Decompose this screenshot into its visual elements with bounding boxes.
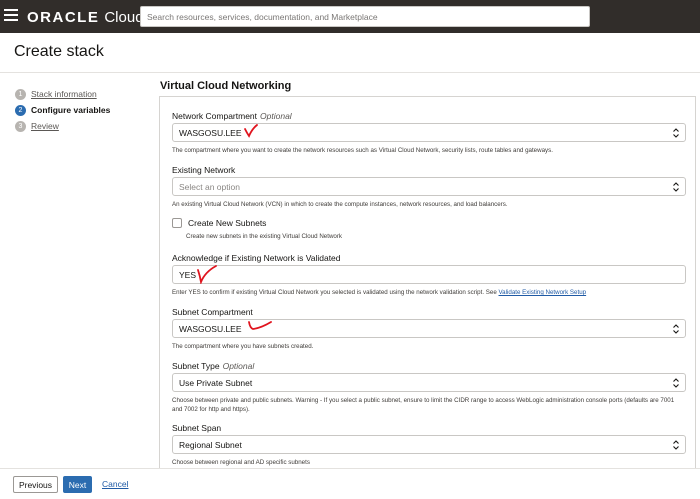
subnet-span-select[interactable]: Regional Subnet bbox=[172, 435, 686, 454]
wizard-steps: 1 Stack information 2 Configure variable… bbox=[15, 86, 145, 134]
subnet-type-field: Subnet Type Optional Use Private Subnet C… bbox=[172, 361, 686, 417]
wizard-footer: Previous Next Cancel bbox=[0, 468, 700, 499]
chevron-up-down-icon bbox=[672, 127, 680, 139]
chevron-up-down-icon bbox=[672, 439, 680, 451]
field-label: Subnet Compartment bbox=[172, 307, 253, 317]
network-compartment-select[interactable]: WASGOSU.LEE bbox=[172, 123, 686, 142]
acknowledge-field: Acknowledge if Existing Network is Valid… bbox=[172, 253, 686, 297]
brand-primary: ORACLE bbox=[27, 8, 100, 26]
field-label: Subnet Type Optional bbox=[172, 361, 686, 371]
page-header: Create stack bbox=[0, 33, 700, 73]
acknowledge-input[interactable] bbox=[172, 265, 686, 284]
brand-secondary: Cloud bbox=[104, 8, 144, 26]
select-placeholder: Select an option bbox=[179, 181, 240, 192]
network-compartment-field: Network Compartment Optional WASGOSU.LEE … bbox=[172, 111, 686, 155]
existing-network-select[interactable]: Select an option bbox=[172, 177, 686, 196]
chevron-up-down-icon bbox=[672, 377, 680, 389]
cancel-link[interactable]: Cancel bbox=[102, 479, 128, 489]
help-text: Choose between regional and AD specific … bbox=[172, 459, 310, 466]
subnet-span-field: Subnet Span Regional Subnet Choose betwe… bbox=[172, 423, 686, 468]
help-text: The compartment where you want to create… bbox=[172, 147, 553, 154]
help-text: Choose between private and public subnet… bbox=[172, 397, 675, 413]
help-text: Create new subnets in the existing Virtu… bbox=[186, 233, 343, 240]
search-input[interactable] bbox=[140, 6, 590, 27]
field-label: Existing Network bbox=[172, 165, 236, 175]
top-navigation-bar: ORACLE Cloud bbox=[0, 0, 700, 33]
select-value: Use Private Subnet bbox=[179, 377, 253, 388]
step-number: 2 bbox=[15, 104, 26, 116]
select-value: WASGOSU.LEE bbox=[179, 127, 242, 138]
optional-tag: Optional bbox=[222, 361, 255, 371]
checkbox-label: Create New Subnets bbox=[188, 218, 267, 228]
section-title: Virtual Cloud Networking bbox=[160, 80, 292, 92]
oracle-cloud-logo[interactable]: ORACLE Cloud bbox=[27, 8, 144, 26]
subnet-type-select[interactable]: Use Private Subnet bbox=[172, 373, 686, 392]
label-text: Subnet Type bbox=[172, 361, 220, 371]
create-new-subnets-checkbox[interactable] bbox=[172, 218, 182, 228]
step-review[interactable]: 3 Review bbox=[15, 118, 145, 134]
step-configure-variables: 2 Configure variables bbox=[15, 102, 145, 118]
help-text: Enter YES to confirm if existing Virtual… bbox=[172, 288, 586, 297]
field-label: Network Compartment Optional bbox=[172, 111, 686, 121]
select-value: Regional Subnet bbox=[179, 439, 242, 450]
existing-network-field: Existing Network Select an option An exi… bbox=[172, 165, 686, 209]
next-button[interactable]: Next bbox=[63, 476, 92, 493]
help-text: The compartment where you have subnets c… bbox=[172, 343, 314, 350]
page-title: Create stack bbox=[14, 43, 104, 60]
subnet-compartment-select[interactable]: WASGOSU.LEE bbox=[172, 319, 686, 338]
step-label[interactable]: Review bbox=[31, 121, 59, 131]
help-text-body: Enter YES to confirm if existing Virtual… bbox=[172, 289, 497, 296]
step-number: 1 bbox=[15, 88, 26, 100]
previous-button[interactable]: Previous bbox=[13, 476, 58, 493]
chevron-up-down-icon bbox=[672, 181, 680, 193]
hamburger-menu-icon[interactable] bbox=[4, 9, 18, 23]
step-label[interactable]: Stack information bbox=[31, 89, 97, 99]
step-number: 3 bbox=[15, 120, 26, 132]
chevron-up-down-icon bbox=[672, 323, 680, 335]
optional-tag: Optional bbox=[260, 111, 292, 121]
form-panel: Network Compartment Optional WASGOSU.LEE … bbox=[159, 96, 696, 468]
create-new-subnets-row: Create New Subnets bbox=[172, 218, 266, 228]
label-text: Network Compartment bbox=[172, 111, 258, 121]
validate-existing-network-link[interactable]: Validate Existing Network Setup bbox=[499, 289, 587, 296]
step-label: Configure variables bbox=[31, 105, 111, 115]
help-text: An existing Virtual Cloud Network (VCN) … bbox=[172, 201, 508, 208]
field-label: Acknowledge if Existing Network is Valid… bbox=[172, 253, 341, 263]
create-new-subnets-field: Create New Subnets Create new subnets in… bbox=[172, 217, 686, 243]
step-stack-information[interactable]: 1 Stack information bbox=[15, 86, 145, 102]
select-value: WASGOSU.LEE bbox=[179, 323, 242, 334]
subnet-compartment-field: Subnet Compartment WASGOSU.LEE The compa… bbox=[172, 307, 686, 351]
field-label: Subnet Span bbox=[172, 423, 222, 433]
